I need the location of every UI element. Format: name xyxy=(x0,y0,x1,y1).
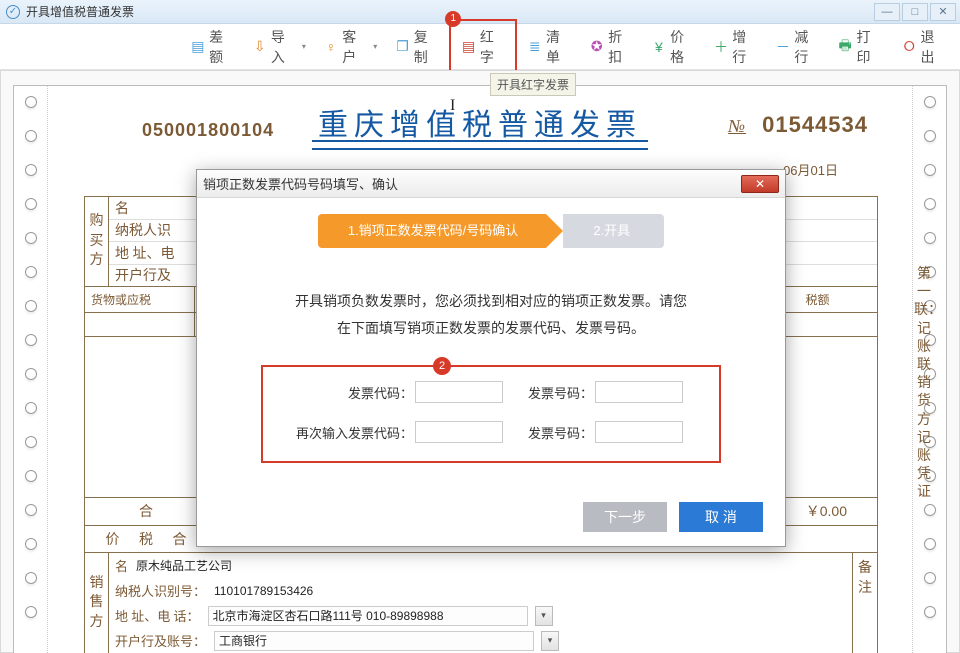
invoice-code: 050001800104 xyxy=(142,120,274,141)
dialog-msg-1: 开具销项负数发票时，您必须找到相对应的销项正数发票。请您 xyxy=(237,288,745,315)
chevron-down-icon: ▾ xyxy=(302,42,306,51)
exit-label: 退出 xyxy=(921,27,947,67)
price-label: 价格 xyxy=(670,27,696,67)
input-code[interactable] xyxy=(415,381,503,403)
input-no[interactable] xyxy=(595,381,683,403)
addrow-icon: ＋ xyxy=(714,39,729,55)
copy-label: 复制 xyxy=(414,27,440,67)
list-label: 清单 xyxy=(546,27,572,67)
label-code: 发票代码： xyxy=(275,383,415,402)
import-icon: ⇩ xyxy=(253,39,267,55)
invoice-number-value: 01544534 xyxy=(762,112,868,137)
customer-label: 客户 xyxy=(342,27,367,67)
dialog-msg-2: 在下面填写销项正数发票的发票代码、发票号码。 xyxy=(237,315,745,342)
cancel-button[interactable]: 取 消 xyxy=(679,502,763,532)
invoice-header: 重庆增值税普通发票 050001800104 № 01544534 06月01日 xyxy=(62,86,898,154)
red-label: 红字 xyxy=(480,27,506,67)
seller-taxid-value: 110101789153426 xyxy=(214,584,313,598)
seller-addr-label: 地 址、电 话： xyxy=(115,606,200,625)
buyer-vertical-label: 购买方 xyxy=(85,197,109,286)
next-button[interactable]: 下一步 xyxy=(583,502,667,532)
wizard-step-1: 1.销项正数发票代码/号码确认 xyxy=(318,214,546,248)
customer-button[interactable]: ♀客户 ▾ xyxy=(316,23,385,71)
list-button[interactable]: ≣清单 xyxy=(519,23,579,71)
dialog-body: 开具销项负数发票时，您必须找到相对应的销项正数发票。请您 在下面填写销项正数发票… xyxy=(197,258,785,463)
label-no: 发票号码： xyxy=(505,383,595,402)
dialog-title: 销项正数发票代码号码填写、确认 xyxy=(203,174,741,193)
dialog-footer: 下一步 取 消 xyxy=(583,502,763,532)
seller-name-label: 名 xyxy=(115,556,128,575)
seller-taxid-label: 纳税人识别号： xyxy=(115,581,206,600)
discount-button[interactable]: ✪折扣 xyxy=(581,23,641,71)
maximize-button[interactable]: □ xyxy=(902,3,928,21)
wizard-step-2: 2.开具 xyxy=(563,214,664,248)
items-head-left: 货物或应税 xyxy=(85,287,195,312)
exit-icon: ⭘ xyxy=(902,39,917,55)
input-no2[interactable] xyxy=(595,421,683,443)
print-icon: 🖶 xyxy=(838,39,853,55)
addrow-button[interactable]: ＋增行 xyxy=(706,23,766,71)
list-icon: ≣ xyxy=(527,39,542,55)
seller-addr-dropdown[interactable]: ▾ xyxy=(535,606,553,626)
red-invoice-button[interactable]: 1 ▤红字 xyxy=(449,19,517,75)
discount-label: 折扣 xyxy=(608,27,634,67)
dialog-titlebar: 销项正数发票代码号码填写、确认 ✕ xyxy=(197,170,785,198)
badge-1: 1 xyxy=(445,11,461,27)
remark-vertical-label: 备注 xyxy=(853,553,877,653)
total-value: ￥0.00 xyxy=(806,501,877,521)
label-code2: 再次输入发票代码： xyxy=(275,423,415,442)
print-button[interactable]: 🖶打印 xyxy=(830,23,890,71)
seller-block: 销售方 名 原木纯品工艺公司 纳税人识别号： 110101789153426 地… xyxy=(85,553,877,653)
import-label: 导入 xyxy=(271,27,296,67)
badge-2: 2 xyxy=(433,357,451,375)
close-window-button[interactable]: ✕ xyxy=(930,3,956,21)
wizard-steps: 1.销项正数发票代码/号码确认 2.开具 xyxy=(197,198,785,258)
seller-name-value: 原木纯品工艺公司 xyxy=(136,557,232,574)
label-no2: 发票号码： xyxy=(505,423,595,442)
price-icon: ¥ xyxy=(652,39,667,55)
copy-icon: ❐ xyxy=(395,39,410,55)
toolbar: ▤差额 ⇩导入▾ ♀客户▾ ❐复制 1 ▤红字 ≣清单 ✪折扣 ¥价格 ＋增行 … xyxy=(0,24,960,70)
seller-addr-input[interactable] xyxy=(208,606,528,626)
dialog-close-button[interactable]: ✕ xyxy=(741,175,779,193)
minimize-button[interactable]: — xyxy=(874,3,900,21)
delrow-label: 减行 xyxy=(794,27,820,67)
seller-bank-label: 开户行及账号： xyxy=(115,631,206,650)
invoice-title: 重庆增值税普通发票 xyxy=(312,100,648,148)
invoice-number-label: № xyxy=(728,116,746,136)
diff-icon: ▤ xyxy=(191,39,206,55)
seller-vertical-label: 销售方 xyxy=(85,553,109,653)
code-fields-box: 2 发票代码： 发票号码： 再次输入发票代码： 发票号码： xyxy=(261,365,721,463)
invoice-number: № 01544534 xyxy=(728,112,868,138)
seller-bank-dropdown[interactable]: ▾ xyxy=(541,631,559,651)
text-cursor: I xyxy=(450,97,455,115)
red-icon: ▤ xyxy=(461,39,476,55)
app-icon: ✓ xyxy=(6,5,20,19)
invoice-date: 06月01日 xyxy=(783,160,838,179)
customer-icon: ♀ xyxy=(324,39,338,55)
copy-button[interactable]: ❐复制 xyxy=(387,23,447,71)
delrow-icon: － xyxy=(776,39,791,55)
tooltip-red-invoice: 开具红字发票 xyxy=(490,73,576,96)
exit-button[interactable]: ⭘退出 xyxy=(894,23,954,71)
confirm-code-dialog: 销项正数发票代码号码填写、确认 ✕ 1.销项正数发票代码/号码确认 2.开具 开… xyxy=(196,169,786,547)
diff-button[interactable]: ▤差额 xyxy=(183,23,243,71)
chevron-down-icon: ▾ xyxy=(373,42,377,51)
copy-caption: 第一联：记账联 销货方记账凭证 xyxy=(914,266,934,502)
diff-label: 差额 xyxy=(209,27,235,67)
print-label: 打印 xyxy=(856,27,882,67)
addrow-label: 增行 xyxy=(732,27,758,67)
import-button[interactable]: ⇩导入 ▾ xyxy=(245,23,314,71)
price-button[interactable]: ¥价格 xyxy=(644,23,704,71)
perforation-left xyxy=(14,86,48,653)
seller-bank-input[interactable] xyxy=(214,631,534,651)
delrow-button[interactable]: －减行 xyxy=(768,23,828,71)
discount-icon: ✪ xyxy=(589,39,604,55)
input-code2[interactable] xyxy=(415,421,503,443)
